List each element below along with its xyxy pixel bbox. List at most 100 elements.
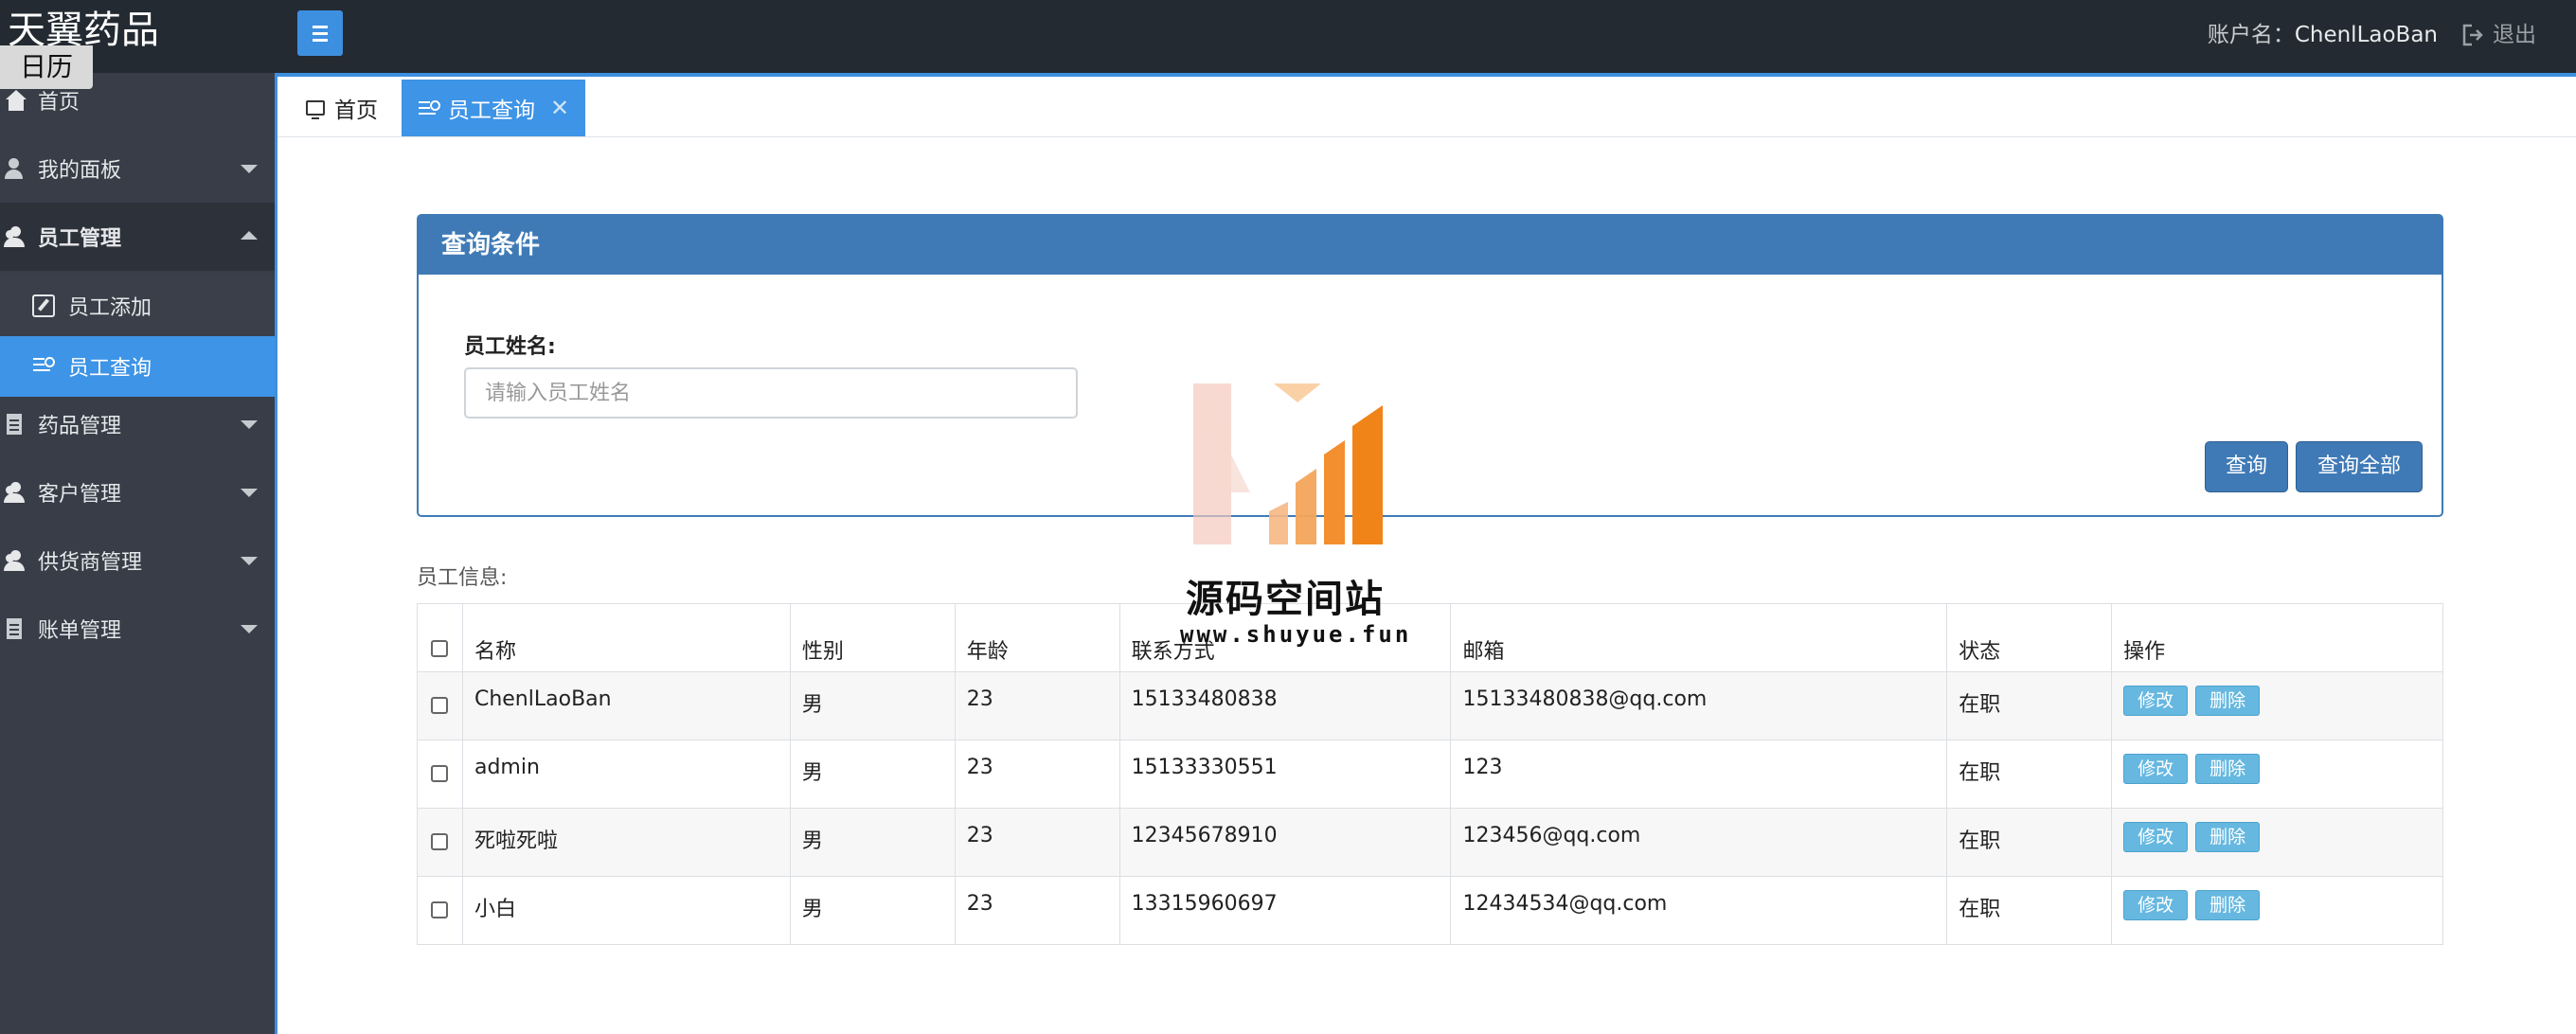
monitor-icon: [306, 100, 325, 119]
doc-icon: [4, 618, 25, 639]
account-name: ChenlLaoBan: [2294, 23, 2438, 47]
search-list-icon: [418, 98, 440, 117]
users-icon: [4, 482, 25, 503]
row-checkbox[interactable]: [431, 697, 449, 714]
logout-label: 退出: [2493, 23, 2536, 47]
calendar-badge[interactable]: 日历: [0, 45, 93, 89]
chevron-down-icon: [241, 625, 258, 633]
cell-age: 23: [954, 876, 1120, 945]
table-row: ChenlLaoBan 男 23 15133480838 15133480838…: [417, 671, 2443, 740]
query-all-button[interactable]: 查询全部: [2296, 441, 2423, 492]
cell-phone: 13315960697: [1118, 876, 1452, 945]
staff-table: 名称 性别 年龄 联系方式 邮箱 状态 操作 ChenlLaoBan 男 23 …: [417, 603, 2443, 945]
cell-email: 12434534@qq.com: [1450, 876, 1948, 945]
query-button[interactable]: 查询: [2205, 441, 2288, 492]
watermark-title: 源码空间站: [1186, 578, 1385, 621]
chevron-down-icon: [241, 489, 258, 497]
tab-staff-query[interactable]: 员工查询 ✕: [402, 80, 585, 136]
cell-phone: 15133480838: [1118, 671, 1452, 740]
sidebar-item-bill-management[interactable]: 账单管理: [0, 595, 275, 663]
sidebar-subitem-label: 员工查询: [68, 357, 152, 381]
cell-age: 23: [954, 740, 1120, 809]
table-row: 死啦死啦 男 23 12345678910 123456@qq.com 在职 修…: [417, 808, 2443, 877]
column-header: 年龄: [954, 603, 1120, 672]
edit-button[interactable]: 修改: [2123, 890, 2189, 920]
column-header: 邮箱: [1450, 603, 1948, 672]
logout-icon: [2462, 24, 2483, 46]
staff-name-label: 员工姓名:: [464, 335, 556, 359]
sidebar-item-label: 客户管理: [38, 483, 122, 507]
cell-email: 123: [1450, 740, 1948, 809]
chevron-down-icon: [241, 557, 258, 565]
row-checkbox[interactable]: [431, 765, 449, 782]
sidebar-item-label: 员工管理: [38, 227, 122, 251]
select-all-cell: [417, 603, 463, 672]
sidebar-divider: [275, 73, 277, 1034]
cell-phone: 12345678910: [1118, 808, 1452, 877]
row-checkbox[interactable]: [431, 833, 449, 850]
cell-name: 小白: [461, 876, 791, 945]
account-label: 账户名：: [2207, 23, 2295, 47]
account-info: 账户名：ChenlLaoBan: [2208, 21, 2438, 49]
close-icon[interactable]: ✕: [550, 95, 569, 121]
menu-toggle-button[interactable]: [297, 10, 343, 56]
cell-actions: 修改 删除: [2111, 808, 2443, 877]
sidebar-item-staff-management[interactable]: 员工管理: [0, 203, 275, 271]
tab-label: 员工查询: [447, 98, 535, 123]
sidebar-item-drug-management[interactable]: 药品管理: [0, 390, 275, 458]
tab-bar-accent: [277, 73, 2576, 77]
users-icon: [4, 226, 25, 247]
column-header: 操作: [2111, 603, 2443, 672]
query-panel: 查询条件 员工姓名: 查询 查询全部: [417, 214, 2443, 517]
cell-status: 在职: [1946, 808, 2113, 877]
cell-status: 在职: [1946, 740, 2113, 809]
sidebar-item-label: 我的面板: [38, 159, 122, 183]
tab-label: 首页: [334, 98, 378, 123]
cell-status: 在职: [1946, 876, 2113, 945]
delete-button[interactable]: 删除: [2195, 754, 2261, 784]
cell-email: 15133480838@qq.com: [1450, 671, 1948, 740]
sidebar-item-customer-management[interactable]: 客户管理: [0, 458, 275, 526]
edit-button[interactable]: 修改: [2123, 822, 2189, 852]
cell-gender: 男: [789, 740, 956, 809]
cell-phone: 15133330551: [1118, 740, 1452, 809]
table-row: admin 男 23 15133330551 123 在职 修改 删除: [417, 740, 2443, 809]
cell-age: 23: [954, 671, 1120, 740]
column-header: 性别: [789, 603, 956, 672]
delete-button[interactable]: 删除: [2195, 890, 2261, 920]
select-all-checkbox[interactable]: [431, 639, 449, 657]
cell-name: 死啦死啦: [461, 808, 791, 877]
chevron-down-icon: [241, 165, 258, 173]
cell-name: admin: [461, 740, 791, 809]
edit-button[interactable]: 修改: [2123, 686, 2189, 716]
top-header: 天翼药品 账户名：ChenlLaoBan 退出: [0, 0, 2576, 73]
cell-gender: 男: [789, 671, 956, 740]
delete-button[interactable]: 删除: [2195, 822, 2261, 852]
search-list-icon: [32, 355, 55, 378]
cell-actions: 修改 删除: [2111, 671, 2443, 740]
edit-button[interactable]: 修改: [2123, 754, 2189, 784]
sidebar-item-label: 首页: [38, 91, 80, 115]
cell-status: 在职: [1946, 671, 2113, 740]
sidebar-item-supplier-management[interactable]: 供货商管理: [0, 526, 275, 595]
delete-button[interactable]: 删除: [2195, 686, 2261, 716]
sidebar-item-my-panel[interactable]: 我的面板: [0, 134, 275, 203]
cell-actions: 修改 删除: [2111, 876, 2443, 945]
cell-name: ChenlLaoBan: [461, 671, 791, 740]
edit-icon: [32, 294, 55, 317]
panel-title: 查询条件: [419, 216, 2442, 275]
table-row: 小白 男 23 13315960697 12434534@qq.com 在职 修…: [417, 876, 2443, 945]
staff-name-input[interactable]: [464, 367, 1078, 419]
sidebar-subitem-staff-add[interactable]: 员工添加: [0, 276, 275, 336]
sidebar-subitem-staff-query[interactable]: 员工查询: [0, 336, 275, 397]
sidebar-item-label: 供货商管理: [38, 551, 143, 575]
cell-gender: 男: [789, 808, 956, 877]
tab-bar: [277, 73, 2576, 137]
chevron-up-icon: [241, 231, 258, 240]
watermark-url: www.shuyue.fun: [1180, 621, 1412, 648]
cell-gender: 男: [789, 876, 956, 945]
row-checkbox[interactable]: [431, 901, 449, 918]
logout-button[interactable]: 退出: [2460, 21, 2536, 49]
column-header: 名称: [461, 603, 791, 672]
tab-home[interactable]: 首页: [284, 80, 400, 136]
